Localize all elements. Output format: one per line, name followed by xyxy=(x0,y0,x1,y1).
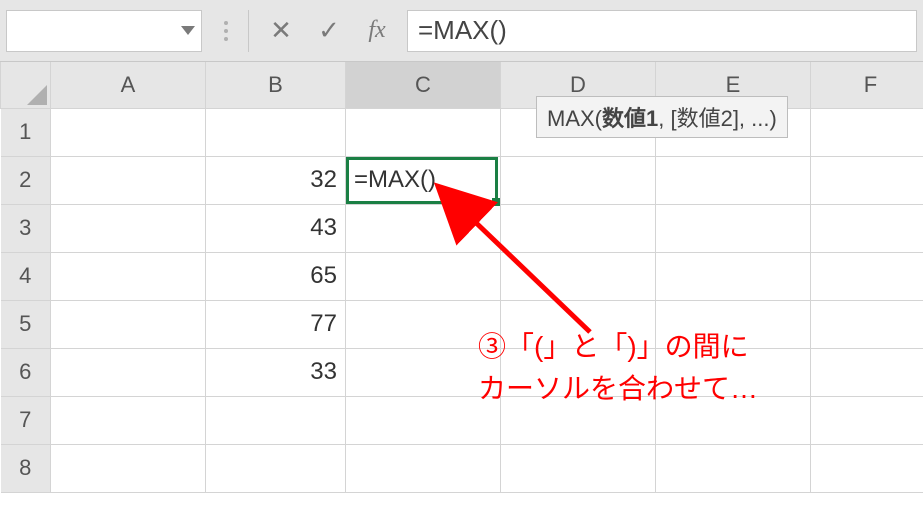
formula-input[interactable]: =MAX() xyxy=(407,10,917,52)
cell-D4[interactable] xyxy=(501,252,656,300)
select-all-corner[interactable] xyxy=(1,62,51,108)
name-box[interactable] xyxy=(6,10,202,52)
cell-C3[interactable] xyxy=(346,204,501,252)
cell-F3[interactable] xyxy=(811,204,923,252)
row-header-5[interactable]: 5 xyxy=(1,300,51,348)
separator xyxy=(248,10,249,52)
cell-F1[interactable] xyxy=(811,108,923,156)
cell-D8[interactable] xyxy=(501,444,656,492)
row-header-7[interactable]: 7 xyxy=(1,396,51,444)
cell-F2[interactable] xyxy=(811,156,923,204)
cell-A1[interactable] xyxy=(51,108,206,156)
annotation-text: ③「(」と「)」の間に カーソルを合わせて… xyxy=(478,326,758,410)
cell-F6[interactable] xyxy=(811,348,923,396)
fn-tip-rest: , [数値2], ...) xyxy=(658,106,777,131)
cell-E8[interactable] xyxy=(656,444,811,492)
cell-E4[interactable] xyxy=(656,252,811,300)
function-tooltip: MAX(数値1, [数値2], ...) xyxy=(536,96,788,138)
row-header-8[interactable]: 8 xyxy=(1,444,51,492)
check-icon: ✓ xyxy=(318,15,340,46)
triangle-icon xyxy=(27,85,47,105)
insert-function-button[interactable]: fx xyxy=(353,10,401,52)
col-header-A[interactable]: A xyxy=(51,62,206,108)
cell-B4[interactable]: 65 xyxy=(206,252,346,300)
chevron-down-icon[interactable] xyxy=(181,26,195,35)
annotation-line2: カーソルを合わせて… xyxy=(478,368,758,410)
cell-C1[interactable] xyxy=(346,108,501,156)
cell-A6[interactable] xyxy=(51,348,206,396)
cell-B1[interactable] xyxy=(206,108,346,156)
col-header-B[interactable]: B xyxy=(206,62,346,108)
cell-D3[interactable] xyxy=(501,204,656,252)
row-header-3[interactable]: 3 xyxy=(1,204,51,252)
cell-B8[interactable] xyxy=(206,444,346,492)
confirm-button[interactable]: ✓ xyxy=(305,10,353,52)
col-header-C[interactable]: C xyxy=(346,62,501,108)
row-header-1[interactable]: 1 xyxy=(1,108,51,156)
cell-B3[interactable]: 43 xyxy=(206,204,346,252)
fx-icon: fx xyxy=(368,17,385,44)
formula-text: =MAX() xyxy=(418,15,507,46)
cancel-icon: ✕ xyxy=(270,15,292,46)
col-header-F[interactable]: F xyxy=(811,62,923,108)
drag-handle-icon xyxy=(216,10,236,52)
row-header-6[interactable]: 6 xyxy=(1,348,51,396)
cell-A3[interactable] xyxy=(51,204,206,252)
cell-D2[interactable] xyxy=(501,156,656,204)
cell-F4[interactable] xyxy=(811,252,923,300)
cell-B7[interactable] xyxy=(206,396,346,444)
fn-tip-arg1: 数値1 xyxy=(602,106,658,131)
cell-A8[interactable] xyxy=(51,444,206,492)
row-header-4[interactable]: 4 xyxy=(1,252,51,300)
cell-A7[interactable] xyxy=(51,396,206,444)
cancel-button[interactable]: ✕ xyxy=(257,10,305,52)
cell-C2[interactable]: =MAX() xyxy=(346,156,501,204)
cell-E3[interactable] xyxy=(656,204,811,252)
cell-B5[interactable]: 77 xyxy=(206,300,346,348)
annotation-line1: ③「(」と「)」の間に xyxy=(478,326,758,368)
cell-F7[interactable] xyxy=(811,396,923,444)
cell-E2[interactable] xyxy=(656,156,811,204)
cell-A4[interactable] xyxy=(51,252,206,300)
sheet-area: A B C D E F 1 2 32 =MAX() xyxy=(0,62,923,518)
fn-tip-name: MAX( xyxy=(547,106,602,131)
cell-A2[interactable] xyxy=(51,156,206,204)
cell-F5[interactable] xyxy=(811,300,923,348)
cell-A5[interactable] xyxy=(51,300,206,348)
cell-B2[interactable]: 32 xyxy=(206,156,346,204)
cell-C4[interactable] xyxy=(346,252,501,300)
cell-C8[interactable] xyxy=(346,444,501,492)
cell-F8[interactable] xyxy=(811,444,923,492)
formula-bar: ✕ ✓ fx =MAX() xyxy=(0,0,923,62)
row-header-2[interactable]: 2 xyxy=(1,156,51,204)
cell-B6[interactable]: 33 xyxy=(206,348,346,396)
